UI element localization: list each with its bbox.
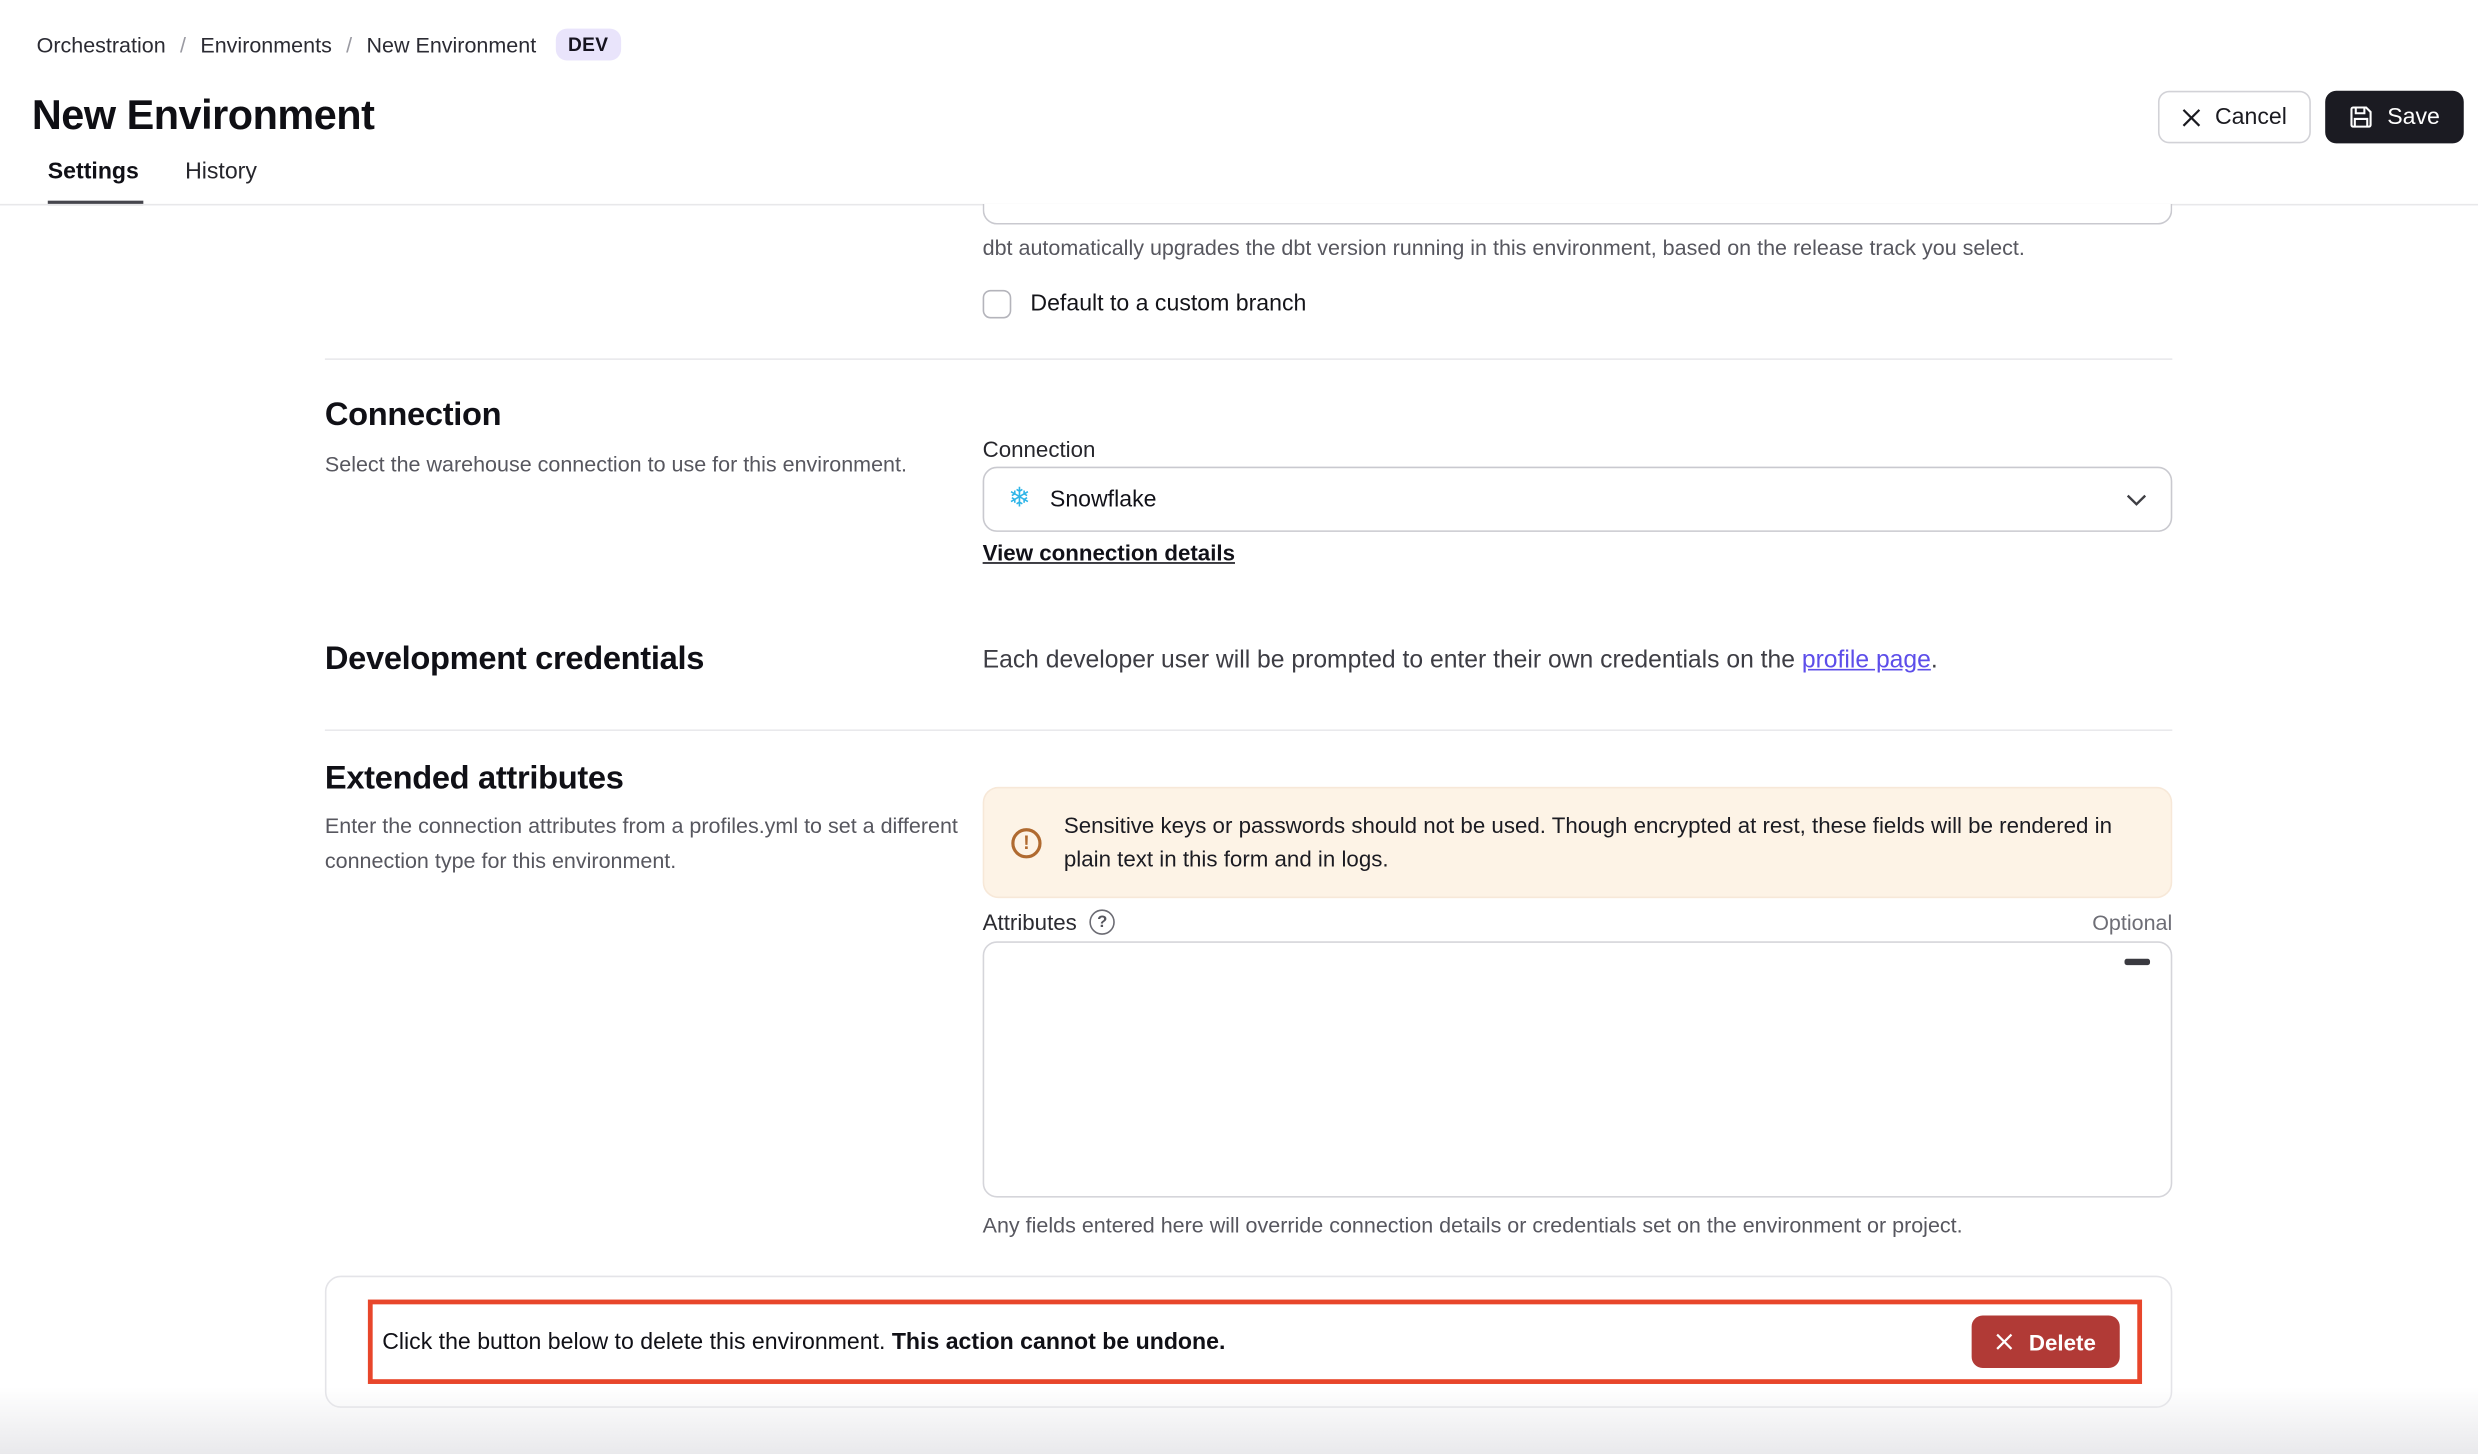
snowflake-icon: ❄ [1008,486,1031,513]
attributes-label-row: Attributes ? Optional [983,909,2173,934]
save-button[interactable]: Save [2325,91,2464,144]
breadcrumb-environments[interactable]: Environments [200,33,331,57]
delete-row-highlight: Click the button below to delete this en… [368,1300,2142,1384]
dev-badge: DEV [555,29,621,61]
breadcrumb-separator: / [346,33,352,57]
tab-settings[interactable]: Settings [48,159,144,205]
breadcrumb: Orchestration / Environments / New Envir… [37,29,621,61]
close-icon [1995,1333,2013,1351]
custom-branch-label: Default to a custom branch [1030,291,1306,316]
help-icon[interactable]: ? [1090,909,1115,934]
cancel-button[interactable]: Cancel [2158,91,2311,144]
delete-button[interactable]: Delete [1972,1315,2120,1368]
connection-description: Select the warehouse connection to use f… [325,448,962,482]
save-button-label: Save [2387,104,2440,129]
release-track-helper: dbt automatically upgrades the dbt versi… [983,236,2025,260]
section-divider [325,358,2172,360]
attributes-textarea[interactable] [984,943,2170,1196]
connection-heading: Connection [325,397,501,435]
extended-attributes-description: Enter the connection attributes from a p… [325,809,959,878]
chevron-down-icon [2126,493,2147,506]
section-divider [325,729,2172,731]
save-icon [2349,105,2373,129]
dev-credentials-text-after: . [1931,647,1938,674]
tab-bar: Settings History [48,159,262,205]
breadcrumb-new-environment[interactable]: New Environment [366,33,536,57]
breadcrumb-separator: / [180,33,186,57]
warning-icon: ! [1011,827,1041,857]
release-track-input-partial[interactable] [983,204,2173,225]
dev-credentials-text-before: Each developer user will be prompted to … [983,647,1802,674]
connection-select[interactable]: ❄ Snowflake [983,467,2173,532]
warning-text: Sensitive keys or passwords should not b… [1064,809,2144,876]
extended-attributes-heading: Extended attributes [325,760,624,798]
delete-button-label: Delete [2029,1329,2096,1354]
view-connection-details-link[interactable]: View connection details [983,540,1235,565]
delete-warning-bold: This action cannot be undone. [892,1329,1226,1354]
cancel-button-label: Cancel [2215,104,2287,129]
page-title: New Environment [32,91,375,140]
optional-label: Optional [2092,910,2172,934]
dev-credentials-heading: Development credentials [325,640,704,678]
dev-credentials-text: Each developer user will be prompted to … [983,647,1938,676]
breadcrumb-orchestration[interactable]: Orchestration [37,33,166,57]
custom-branch-row: Default to a custom branch [983,290,1307,319]
profile-page-link[interactable]: profile page [1802,647,1931,674]
attributes-label: Attributes [983,909,1077,934]
delete-warning-text: Click the button below to delete this en… [382,1329,1225,1354]
header-actions: Cancel Save [2158,91,2464,144]
attributes-editor [983,941,2173,1197]
sensitive-keys-warning: ! Sensitive keys or passwords should not… [983,787,2173,898]
page: Orchestration / Environments / New Envir… [0,0,2478,1454]
collapse-handle-icon[interactable] [2125,959,2150,965]
custom-branch-checkbox[interactable] [983,290,1012,319]
delete-warning-normal: Click the button below to delete this en… [382,1329,892,1354]
tab-history[interactable]: History [185,159,262,205]
connection-select-value: Snowflake [1050,487,1157,512]
close-icon [2182,108,2201,127]
connection-field-label: Connection [983,436,1096,461]
attributes-helper: Any fields entered here will override co… [983,1214,1963,1238]
